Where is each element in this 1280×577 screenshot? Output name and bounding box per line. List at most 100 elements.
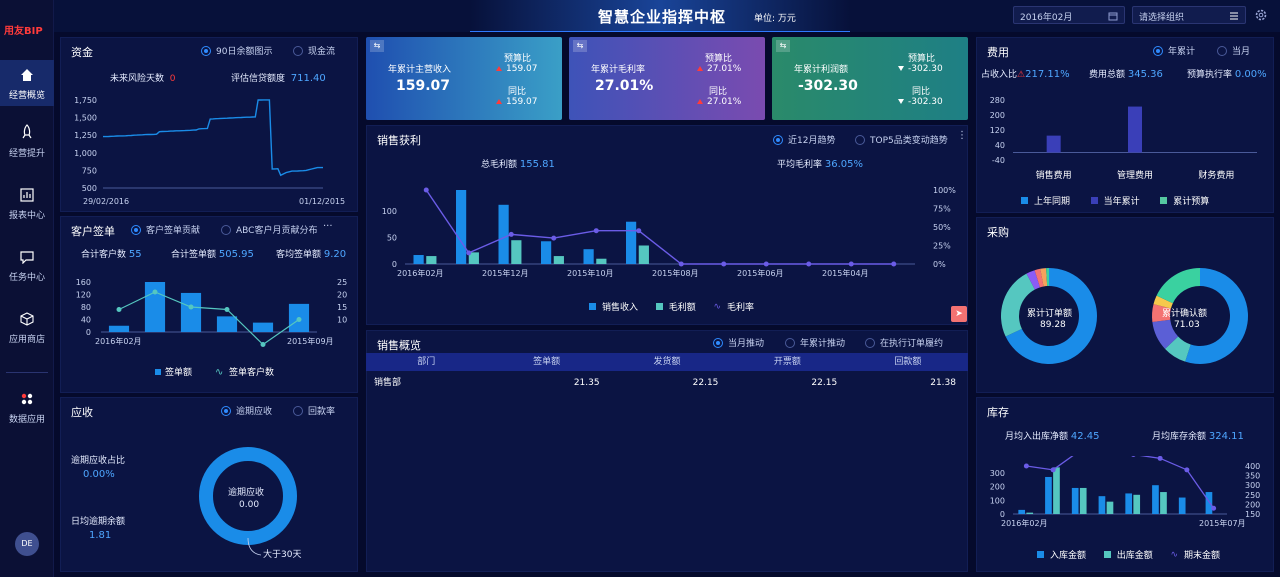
kpi-yoy-label: 同比 bbox=[709, 87, 728, 97]
y2-tick-label: 0% bbox=[933, 260, 946, 269]
donut-callout: 大于30天 bbox=[263, 550, 302, 560]
margin-point bbox=[678, 261, 684, 267]
nav-item-improve[interactable]: 经营提升 bbox=[0, 124, 54, 159]
nav-item-reports[interactable]: 报表中心 bbox=[0, 188, 54, 221]
gear-icon[interactable] bbox=[1254, 8, 1268, 22]
radio-ytd[interactable]: 年累计 bbox=[1153, 44, 1195, 57]
stock-panel: 库存 月均入出库净额 42.45 月均库存余额 324.11 300 200 100… bbox=[976, 397, 1274, 572]
revenue-bar bbox=[456, 190, 467, 264]
kpi-title: 年累计利润额 bbox=[794, 65, 849, 75]
column-header[interactable]: 签单额 bbox=[486, 353, 606, 371]
radio-order-fulfillment[interactable]: 在执行订单履约 bbox=[865, 336, 943, 349]
x-tick-label: 2015年08月 bbox=[652, 268, 699, 278]
send-icon[interactable]: ➤ bbox=[951, 306, 967, 322]
legend-swatch bbox=[155, 369, 161, 375]
y-tick-label: 80 bbox=[81, 303, 91, 312]
radio-collection-rate[interactable]: 回款率 bbox=[293, 404, 335, 417]
nav-item-data-apps[interactable]: 数据应用 bbox=[0, 392, 54, 425]
panel-title: 应收 bbox=[71, 406, 93, 419]
y2-tick-label: 10 bbox=[337, 316, 347, 325]
org-select[interactable]: 请选择组织 bbox=[1132, 6, 1246, 24]
cost-bar-chart: 280 200 120 40 -40 销售费用 管理费用 财务费用 bbox=[990, 96, 1257, 181]
y2-tick-label: 50% bbox=[933, 223, 951, 232]
y-tick-label: -40 bbox=[992, 156, 1005, 165]
x-tick-label: 2015年04月 bbox=[822, 268, 869, 278]
cost-total: 费用总额 345.36 bbox=[1089, 69, 1163, 80]
y-tick-label: 0 bbox=[1000, 510, 1005, 519]
nav-label: 应用商店 bbox=[8, 335, 45, 345]
nav-item-store[interactable]: 应用商店 bbox=[0, 312, 54, 345]
radio-top5[interactable]: TOP5品类变动趋势 bbox=[855, 133, 948, 146]
legend-label: 签单客户数 bbox=[229, 366, 274, 378]
cell-ship: 22.15 bbox=[692, 378, 719, 388]
radio-cashflow[interactable]: 现金流 bbox=[293, 44, 335, 57]
brand-logo: 用友BIP bbox=[4, 26, 43, 37]
date-picker[interactable]: 2016年02月 bbox=[1013, 6, 1125, 24]
radio-overdue[interactable]: 逾期应收 bbox=[221, 404, 272, 417]
home-icon bbox=[21, 69, 33, 81]
cost-panel: 费用 年累计 当月 占收入比⚠217.11% 费用总额 345.36 预算执行率… bbox=[976, 37, 1274, 213]
stock-end-point bbox=[1184, 467, 1190, 473]
kpi-yoy-value: 159.07 bbox=[496, 97, 538, 107]
radio-12month[interactable]: 近12月趋势 bbox=[773, 133, 835, 146]
swap-icon[interactable]: ⇆ bbox=[776, 40, 790, 52]
x-tick-label: 29/02/2016 bbox=[83, 197, 129, 206]
stock-end-point bbox=[1157, 456, 1163, 461]
stock-combo-chart: 30020010004003503002502001502016年02月 2015… bbox=[990, 456, 1260, 528]
revenue-bar bbox=[541, 241, 552, 264]
kpi-margin[interactable]: ⇆ 年累计毛利率 27.01% 预算比 27.01% 同比 27.01% bbox=[569, 37, 765, 120]
kpi-value: -302.30 bbox=[798, 78, 858, 94]
radio-customer-contribution[interactable]: 客户签单贡献 bbox=[131, 223, 200, 236]
calendar-icon bbox=[1108, 12, 1118, 21]
credit-limit: 评估信贷额度 711.40 bbox=[231, 73, 326, 84]
radio-month[interactable]: 当月 bbox=[1217, 44, 1250, 57]
daily-overdue-value: 1.81 bbox=[89, 530, 112, 541]
stock-in-bar bbox=[1125, 493, 1133, 514]
margin-point bbox=[763, 261, 769, 267]
nav-item-tasks[interactable]: 任务中心 bbox=[0, 250, 54, 283]
funds-series-line bbox=[103, 99, 323, 177]
more-icon[interactable]: ··· bbox=[323, 221, 333, 232]
margin-line bbox=[425, 189, 894, 265]
more-icon[interactable]: ⋮ bbox=[957, 130, 967, 141]
y-tick-label: 0 bbox=[392, 260, 397, 269]
kpi-profit[interactable]: ⇆ 年累计利润额 -302.30 预算比 -302.30 同比 -302.30 bbox=[772, 37, 968, 120]
y-tick-label: 280 bbox=[990, 96, 1005, 105]
avg-margin: 平均毛利率 36.05% bbox=[777, 159, 864, 170]
donut1-label: 累计订单额 bbox=[1027, 309, 1073, 319]
nav-item-overview[interactable]: 经营概览 bbox=[0, 60, 54, 106]
y-tick-label: 300 bbox=[990, 469, 1005, 478]
kpi-budget-value: 159.07 bbox=[496, 64, 538, 74]
revenue-bar bbox=[583, 249, 594, 264]
kpi-revenue[interactable]: ⇆ 年累计主营收入 159.07 预算比 159.07 同比 159.07 bbox=[366, 37, 562, 120]
purchase-donuts bbox=[1001, 268, 1248, 364]
x-tick-label: 财务费用 bbox=[1198, 169, 1234, 181]
rocket-icon bbox=[22, 124, 32, 139]
radio-90day[interactable]: 90日余额图示 bbox=[201, 44, 272, 57]
kpi-title: 年累计毛利率 bbox=[591, 65, 646, 75]
column-header[interactable]: 开票额 bbox=[727, 353, 847, 371]
stock-legend: 入库金额 出库金额 ∿ 期末金额 bbox=[1037, 548, 1220, 561]
donut-slice bbox=[1156, 268, 1200, 304]
y-tick-label: 1,000 bbox=[74, 149, 97, 158]
radio-month-push[interactable]: 当月推动 bbox=[713, 336, 764, 349]
stock-in-bar bbox=[1098, 496, 1106, 514]
funds-panel: 资金 90日余额图示 现金流 未来风险天数 0 评估信贷额度 711.40 1,… bbox=[60, 37, 358, 212]
swap-icon[interactable]: ⇆ bbox=[370, 40, 384, 52]
revenue-bar bbox=[498, 204, 509, 264]
radio-abc-distribution[interactable]: ABC客户月贡献分布 bbox=[221, 223, 317, 236]
stock-out-bar bbox=[1106, 501, 1114, 514]
y2-tick-label: 200 bbox=[1245, 500, 1260, 509]
stock-in-bar bbox=[1018, 509, 1026, 514]
panel-title: 客户签单 bbox=[71, 225, 115, 238]
column-header[interactable]: 回款额 bbox=[848, 353, 968, 371]
table-row[interactable]: 销售部 21.35 22.15 22.15 21.38 bbox=[366, 374, 968, 392]
kpi-yoy-label: 同比 bbox=[912, 87, 931, 97]
list-icon bbox=[1230, 12, 1238, 20]
column-header[interactable]: 发货额 bbox=[607, 353, 727, 371]
swap-icon[interactable]: ⇆ bbox=[573, 40, 587, 52]
order-amount: 合计签单额 505.95 bbox=[171, 249, 254, 260]
column-header[interactable]: 部门 bbox=[366, 353, 486, 371]
user-avatar[interactable]: DE bbox=[15, 532, 39, 556]
radio-year-push[interactable]: 年累计推动 bbox=[785, 336, 845, 349]
